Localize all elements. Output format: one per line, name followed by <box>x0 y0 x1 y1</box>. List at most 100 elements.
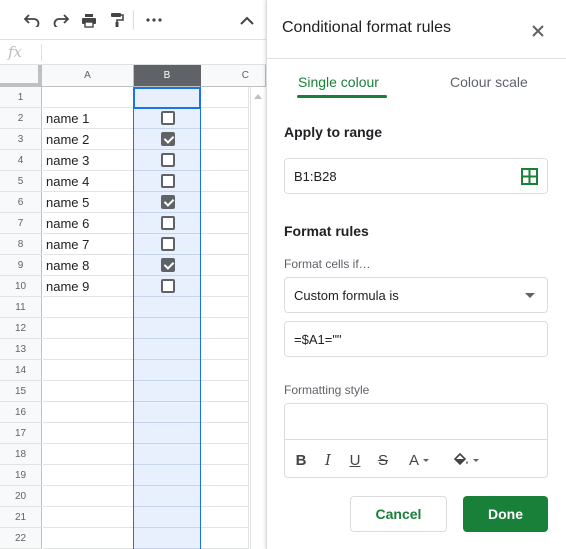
cell-b[interactable] <box>134 108 201 129</box>
cell-a[interactable]: name 2 <box>43 129 134 150</box>
row-header[interactable]: 11 <box>0 297 42 318</box>
cell-b[interactable] <box>134 87 201 108</box>
cell-b[interactable] <box>134 213 201 234</box>
cell-b[interactable] <box>134 381 201 402</box>
cell-c[interactable] <box>201 381 249 402</box>
print-icon[interactable] <box>78 9 100 31</box>
cell-b[interactable] <box>134 444 201 465</box>
cell-c[interactable] <box>201 423 249 444</box>
cell-b[interactable] <box>134 129 201 150</box>
column-header-c[interactable]: C <box>201 65 266 87</box>
checkbox-unchecked[interactable] <box>160 279 175 293</box>
row-header[interactable]: 13 <box>0 339 42 360</box>
cell-c[interactable] <box>201 255 249 276</box>
cell-c[interactable] <box>201 129 249 150</box>
cell-b[interactable] <box>134 171 201 192</box>
cell-a[interactable] <box>43 360 134 381</box>
cell-c[interactable] <box>201 150 249 171</box>
more-horizontal-icon[interactable] <box>143 9 165 31</box>
cell-b[interactable] <box>134 423 201 444</box>
row-header[interactable]: 1 <box>0 87 42 108</box>
checkbox-unchecked[interactable] <box>160 153 175 167</box>
cell-b[interactable] <box>134 402 201 423</box>
row-header[interactable]: 19 <box>0 465 42 486</box>
close-icon[interactable] <box>526 19 550 43</box>
vertical-scrollbar[interactable] <box>250 87 266 549</box>
text-color-button[interactable]: A <box>404 449 434 471</box>
cell-c[interactable] <box>201 213 249 234</box>
row-header[interactable]: 20 <box>0 486 42 507</box>
cell-c[interactable] <box>201 192 249 213</box>
cell-a[interactable] <box>43 507 134 528</box>
row-header[interactable]: 17 <box>0 423 42 444</box>
row-header[interactable]: 10 <box>0 276 42 297</box>
cell-c[interactable] <box>201 528 249 549</box>
cell-b[interactable] <box>134 150 201 171</box>
cell-c[interactable] <box>201 318 249 339</box>
cell-a[interactable] <box>43 486 134 507</box>
cell-c[interactable] <box>201 339 249 360</box>
cell-b[interactable] <box>134 318 201 339</box>
range-input[interactable]: B1:B28 <box>284 158 548 194</box>
cell-a[interactable] <box>43 339 134 360</box>
cell-a[interactable]: name 7 <box>43 234 134 255</box>
cell-a[interactable]: name 6 <box>43 213 134 234</box>
cell-c[interactable] <box>201 108 249 129</box>
select-all-corner[interactable] <box>0 65 42 87</box>
cell-b[interactable] <box>134 528 201 549</box>
cell-a[interactable]: name 3 <box>43 150 134 171</box>
row-header[interactable]: 3 <box>0 129 42 150</box>
cell-b[interactable] <box>134 234 201 255</box>
cell-a[interactable]: name 1 <box>43 108 134 129</box>
row-header[interactable]: 7 <box>0 213 42 234</box>
redo-icon[interactable] <box>50 9 72 31</box>
cell-a[interactable] <box>43 465 134 486</box>
cell-c[interactable] <box>201 465 249 486</box>
row-header[interactable]: 16 <box>0 402 42 423</box>
cell-a[interactable]: name 5 <box>43 192 134 213</box>
cell-a[interactable] <box>43 528 134 549</box>
cell-c[interactable] <box>201 402 249 423</box>
row-header[interactable]: 22 <box>0 528 42 549</box>
row-header[interactable]: 15 <box>0 381 42 402</box>
cell-c[interactable] <box>201 360 249 381</box>
cell-b[interactable] <box>134 360 201 381</box>
row-header[interactable]: 18 <box>0 444 42 465</box>
grid-icon[interactable] <box>521 168 538 185</box>
checkbox-unchecked[interactable] <box>160 237 175 251</box>
fill-color-button[interactable] <box>450 449 482 471</box>
row-header[interactable]: 9 <box>0 255 42 276</box>
underline-button[interactable]: U <box>347 449 363 471</box>
cell-b[interactable] <box>134 507 201 528</box>
cell-b[interactable] <box>134 486 201 507</box>
cell-c[interactable] <box>201 486 249 507</box>
cell-a[interactable]: name 9 <box>43 276 134 297</box>
cell-b[interactable] <box>134 297 201 318</box>
cell-c[interactable] <box>201 507 249 528</box>
row-header[interactable]: 8 <box>0 234 42 255</box>
cell-a[interactable] <box>43 381 134 402</box>
italic-button[interactable]: I <box>320 449 336 471</box>
cell-a[interactable] <box>43 87 134 108</box>
row-header[interactable]: 4 <box>0 150 42 171</box>
row-header[interactable]: 5 <box>0 171 42 192</box>
paint-format-icon[interactable] <box>106 9 128 31</box>
tab-colour-scale[interactable]: Colour scale <box>450 74 528 90</box>
bold-button[interactable]: B <box>293 449 309 471</box>
cell-a[interactable] <box>43 444 134 465</box>
cell-c[interactable] <box>201 171 249 192</box>
checkbox-checked[interactable] <box>160 258 175 272</box>
column-header-a[interactable]: A <box>42 65 134 87</box>
checkbox-checked[interactable] <box>160 195 175 209</box>
cancel-button[interactable]: Cancel <box>350 496 447 532</box>
cell-c[interactable] <box>201 87 249 108</box>
cell-c[interactable] <box>201 276 249 297</box>
formula-bar[interactable]: fx <box>0 40 266 65</box>
row-header[interactable]: 2 <box>0 108 42 129</box>
checkbox-unchecked[interactable] <box>160 174 175 188</box>
cell-b[interactable] <box>134 465 201 486</box>
condition-dropdown[interactable]: Custom formula is <box>284 277 548 313</box>
done-button[interactable]: Done <box>463 496 548 532</box>
column-header-b[interactable]: B <box>134 65 201 87</box>
tab-single-colour[interactable]: Single colour <box>298 74 379 90</box>
